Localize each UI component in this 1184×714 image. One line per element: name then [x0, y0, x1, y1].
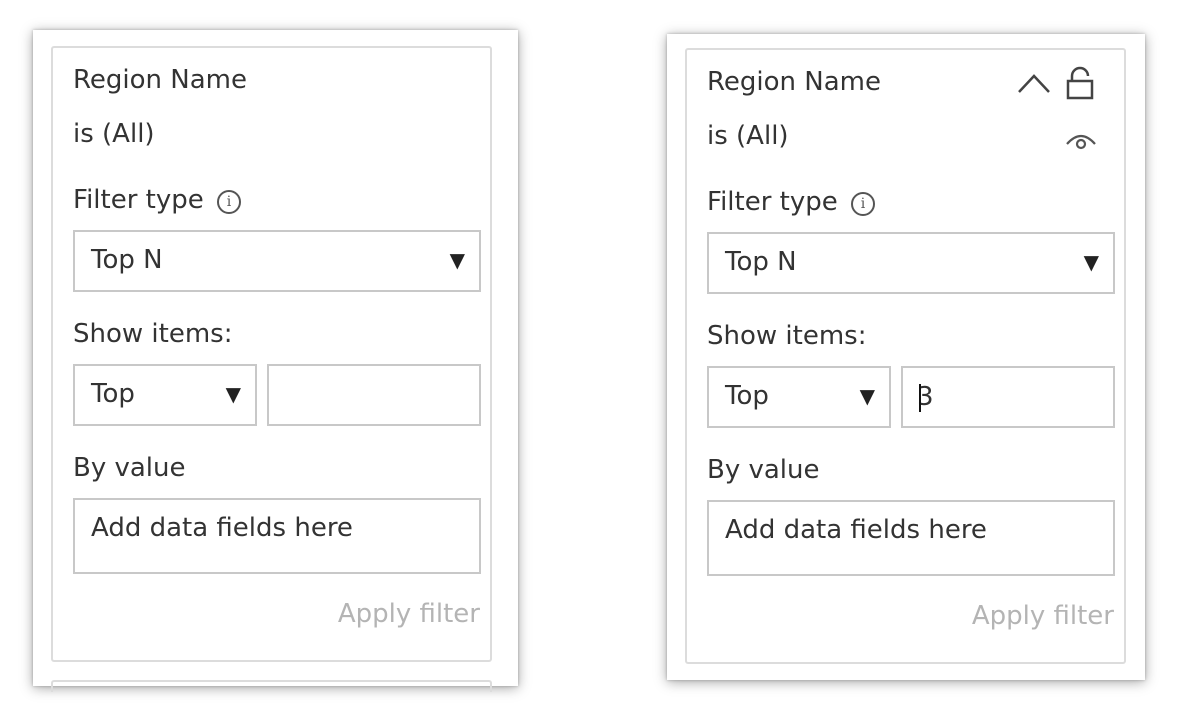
- drop-zone-text: Add data fields here: [91, 513, 353, 543]
- caret-down-icon: ▼: [449, 248, 465, 272]
- by-value-drop-zone[interactable]: Add data fields here: [73, 498, 481, 574]
- by-value-label: By value: [73, 453, 186, 483]
- filter-title[interactable]: Region Name: [73, 64, 247, 96]
- show-direction-dropdown[interactable]: Top ▼: [73, 364, 257, 426]
- by-value-drop-zone[interactable]: Add data fields here: [707, 500, 1115, 576]
- show-direction-value: Top: [725, 381, 769, 411]
- filter-card: Region Name is (All) Filter type i Top N…: [51, 46, 492, 662]
- filter-panel-right: Region Name is (All) Filter type i Top N…: [667, 34, 1145, 680]
- apply-filter-button[interactable]: Apply filter: [338, 598, 480, 630]
- lock-icon[interactable]: [1065, 66, 1095, 100]
- show-direction-dropdown[interactable]: Top ▼: [707, 366, 891, 428]
- filter-type-dropdown[interactable]: Top N ▼: [73, 230, 481, 292]
- filter-card: Region Name is (All) Filter type i Top N…: [685, 48, 1126, 664]
- item-count-input[interactable]: [901, 366, 1115, 428]
- caret-down-icon: ▼: [859, 384, 875, 408]
- show-items-label: Show items:: [707, 321, 867, 351]
- filter-type-value: Top N: [725, 247, 797, 277]
- info-icon[interactable]: i: [851, 192, 875, 216]
- next-filter-card: [51, 680, 492, 692]
- item-count-input[interactable]: [267, 364, 481, 426]
- filter-condition: is (All): [707, 121, 789, 151]
- caret-down-icon: ▼: [225, 382, 241, 406]
- filter-panel-left: Region Name is (All) Filter type i Top N…: [33, 30, 518, 692]
- show-items-label: Show items:: [73, 319, 233, 349]
- drop-zone-text: Add data fields here: [725, 515, 987, 545]
- filter-type-value: Top N: [91, 245, 163, 275]
- text-cursor: [919, 384, 921, 412]
- apply-filter-button[interactable]: Apply filter: [972, 600, 1114, 632]
- filter-type-label: Filter type: [73, 185, 204, 215]
- filter-type-dropdown[interactable]: Top N ▼: [707, 232, 1115, 294]
- caret-down-icon: ▼: [1083, 250, 1099, 274]
- eye-icon[interactable]: [1065, 128, 1097, 152]
- filter-title[interactable]: Region Name: [707, 66, 881, 98]
- by-value-label: By value: [707, 455, 820, 485]
- info-icon[interactable]: i: [217, 190, 241, 214]
- chevron-up-icon[interactable]: [1017, 72, 1051, 96]
- filter-type-label: Filter type: [707, 187, 838, 217]
- show-direction-value: Top: [91, 379, 135, 409]
- filter-condition: is (All): [73, 119, 155, 149]
